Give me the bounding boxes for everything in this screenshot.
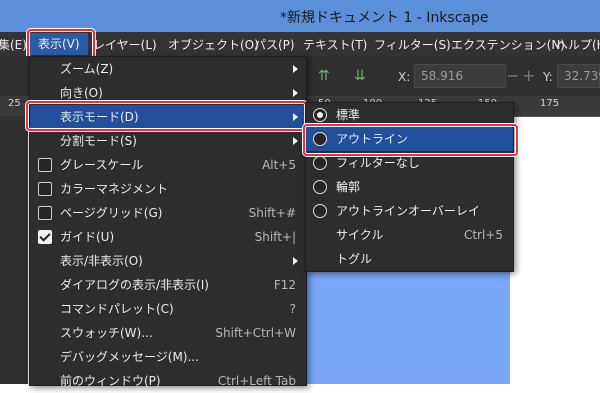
align-bottom-icon[interactable]: ⇊ <box>354 68 366 84</box>
checkbox-checked-icon <box>38 230 52 244</box>
menu-item-show-hide[interactable]: 表示/非表示(O) <box>30 249 306 273</box>
checkbox-icon <box>38 158 52 172</box>
y-coordinate-field[interactable]: 32.739 <box>557 64 600 88</box>
menu-object[interactable]: オブジェクト(O) <box>168 36 259 53</box>
tool-sidebar <box>0 116 28 384</box>
menu-item-swatches[interactable]: スウォッチ(W)... Shift+Ctrl+W <box>30 321 306 345</box>
submenu-arrow-icon <box>293 65 298 73</box>
submenu-arrow-icon <box>293 113 298 121</box>
menu-item-previous-window[interactable]: 前のウィンドウ(P) Ctrl+Left Tab <box>30 369 306 393</box>
checkbox-icon <box>38 182 52 196</box>
menu-layer[interactable]: レイヤー(L) <box>93 36 157 53</box>
title-bar: *新規ドキュメント 1 - Inkscape <box>0 0 600 32</box>
menu-item-command-palette[interactable]: コマンドパレット(C) ? <box>30 297 306 321</box>
radio-selected-icon <box>313 108 327 122</box>
align-top-icon[interactable]: ⇈ <box>318 68 330 84</box>
window-title: *新規ドキュメント 1 - Inkscape <box>280 10 489 26</box>
menu-item-contour[interactable]: 輪郭 <box>306 175 513 199</box>
menu-item-cycle[interactable]: サイクル Ctrl+5 <box>306 223 513 247</box>
menu-item-no-filters[interactable]: フィルターなし <box>306 151 513 175</box>
ruler-tick: 25 <box>8 98 21 109</box>
menu-help[interactable]: ヘルプ(H <box>556 36 600 53</box>
radio-icon <box>313 132 327 146</box>
menu-item-grayscale[interactable]: グレースケール Alt+5 <box>30 153 306 177</box>
x-decrement-button[interactable]: − <box>506 66 519 85</box>
display-mode-submenu: 標準 アウトライン フィルターなし 輪郭 アウトラインオーバーレイ サイクル C… <box>305 102 514 272</box>
menu-item-outline-overlay[interactable]: アウトラインオーバーレイ <box>306 199 513 223</box>
menu-item-normal[interactable]: 標準 <box>306 103 513 127</box>
menu-edit[interactable]: 集(E) <box>0 36 27 53</box>
menu-path[interactable]: パス(P) <box>254 36 295 53</box>
radio-icon <box>313 204 327 218</box>
x-label: X: <box>398 70 411 84</box>
menu-text[interactable]: テキスト(T) <box>303 36 367 53</box>
checkbox-icon <box>38 206 52 220</box>
ruler-tick: 175 <box>540 98 560 109</box>
x-coordinate-field[interactable]: 58.916 <box>414 64 506 88</box>
menu-filters[interactable]: フィルター(S) <box>374 36 451 53</box>
menu-item-color-management[interactable]: カラーマネジメント <box>30 177 306 201</box>
menu-item-debug-messages[interactable]: デバッグメッセージ(M)... <box>30 345 306 369</box>
menu-item-outline[interactable]: アウトライン <box>306 127 513 151</box>
menu-item-zoom[interactable]: ズーム(Z) <box>30 57 306 81</box>
submenu-arrow-icon <box>293 89 298 97</box>
submenu-arrow-icon <box>293 137 298 145</box>
menu-item-display-mode[interactable]: 表示モード(D) <box>30 105 306 129</box>
menu-item-split-mode[interactable]: 分割モード(S) <box>30 129 306 153</box>
menu-item-guides[interactable]: ガイド(U) Shift+| <box>30 225 306 249</box>
menu-item-toggle-dialogs[interactable]: ダイアログの表示/非表示(I) F12 <box>30 273 306 297</box>
menu-item-page-grid[interactable]: ページグリッド(G) Shift+# <box>30 201 306 225</box>
menu-item-orientation[interactable]: 向き(O) <box>30 81 306 105</box>
x-increment-button[interactable]: + <box>522 66 535 85</box>
submenu-arrow-icon <box>293 257 298 265</box>
radio-icon <box>313 156 327 170</box>
radio-icon <box>313 180 327 194</box>
y-label: Y: <box>543 70 553 84</box>
menu-view[interactable]: 表示(V) <box>30 33 88 55</box>
menu-item-toggle[interactable]: トグル <box>306 247 513 271</box>
view-menu: ズーム(Z) 向き(O) 表示モード(D) 分割モード(S) グレースケール A… <box>29 56 307 388</box>
canvas-page <box>300 255 510 384</box>
menu-bar: 集(E) 表示(V) レイヤー(L) オブジェクト(O) パス(P) テキスト(… <box>0 32 600 56</box>
menu-extensions[interactable]: エクステンション(N) <box>451 36 565 53</box>
